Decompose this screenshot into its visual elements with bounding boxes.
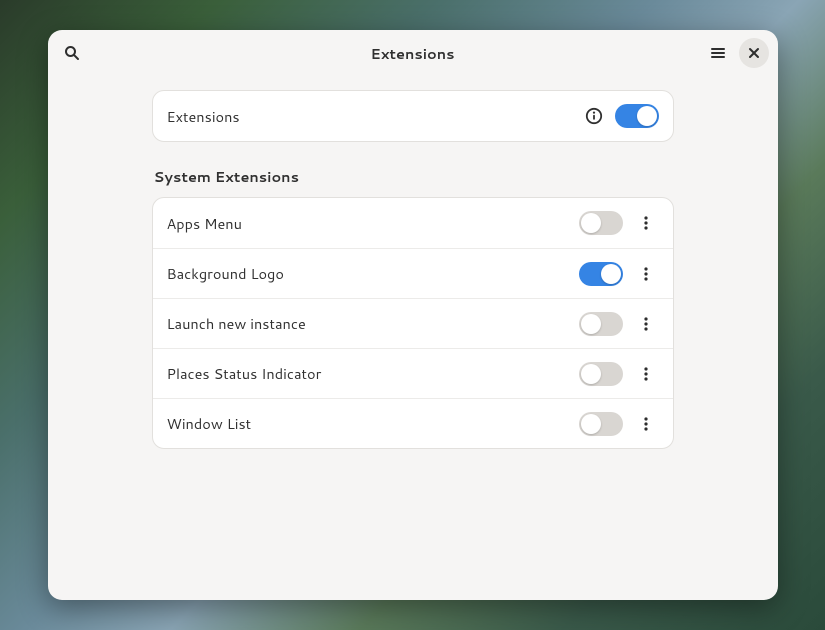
extension-row: Places Status Indicator xyxy=(153,348,673,398)
extension-more-button[interactable] xyxy=(633,409,659,439)
extension-label: Window List xyxy=(167,413,579,434)
hamburger-icon xyxy=(710,45,726,61)
extension-row: Launch new instance xyxy=(153,298,673,348)
toggle-knob xyxy=(581,314,601,334)
close-icon xyxy=(747,46,761,60)
more-vert-icon xyxy=(639,316,653,332)
extension-label: Apps Menu xyxy=(167,213,579,234)
extension-toggle[interactable] xyxy=(579,412,623,436)
more-vert-icon xyxy=(639,266,653,282)
master-label: Extensions xyxy=(167,106,583,127)
extension-more-button[interactable] xyxy=(633,259,659,289)
extension-label: Background Logo xyxy=(167,263,579,284)
info-icon xyxy=(585,107,603,125)
extension-more-button[interactable] xyxy=(633,359,659,389)
toggle-knob xyxy=(637,106,657,126)
close-button[interactable] xyxy=(739,38,769,68)
toggle-knob xyxy=(581,364,601,384)
toggle-knob xyxy=(581,213,601,233)
toggle-knob xyxy=(601,264,621,284)
content-area: Extensions System Extensions Apps Menu xyxy=(48,76,778,600)
extension-toggle[interactable] xyxy=(579,312,623,336)
more-vert-icon xyxy=(639,366,653,382)
extensions-window: Extensions Extensions xyxy=(48,30,778,600)
extension-row: Apps Menu xyxy=(153,198,673,248)
extension-more-button[interactable] xyxy=(633,309,659,339)
extension-label: Launch new instance xyxy=(167,313,579,334)
master-row: Extensions xyxy=(153,91,673,141)
extension-more-button[interactable] xyxy=(633,208,659,238)
toggle-knob xyxy=(581,414,601,434)
master-panel: Extensions xyxy=(152,90,674,142)
more-vert-icon xyxy=(639,215,653,231)
extension-toggle[interactable] xyxy=(579,262,623,286)
extensions-panel: Apps Menu Background Logo Launch new ins… xyxy=(152,197,674,449)
info-button[interactable] xyxy=(583,105,605,127)
window-title: Extensions xyxy=(48,43,778,64)
master-toggle[interactable] xyxy=(615,104,659,128)
extension-toggle[interactable] xyxy=(579,211,623,235)
titlebar: Extensions xyxy=(48,30,778,76)
extension-row: Background Logo xyxy=(153,248,673,298)
menu-button[interactable] xyxy=(703,38,733,68)
more-vert-icon xyxy=(639,416,653,432)
extension-label: Places Status Indicator xyxy=(167,363,579,384)
section-title: System Extensions xyxy=(152,166,674,187)
search-button[interactable] xyxy=(57,38,87,68)
extension-row: Window List xyxy=(153,398,673,448)
extension-toggle[interactable] xyxy=(579,362,623,386)
search-icon xyxy=(64,45,80,61)
